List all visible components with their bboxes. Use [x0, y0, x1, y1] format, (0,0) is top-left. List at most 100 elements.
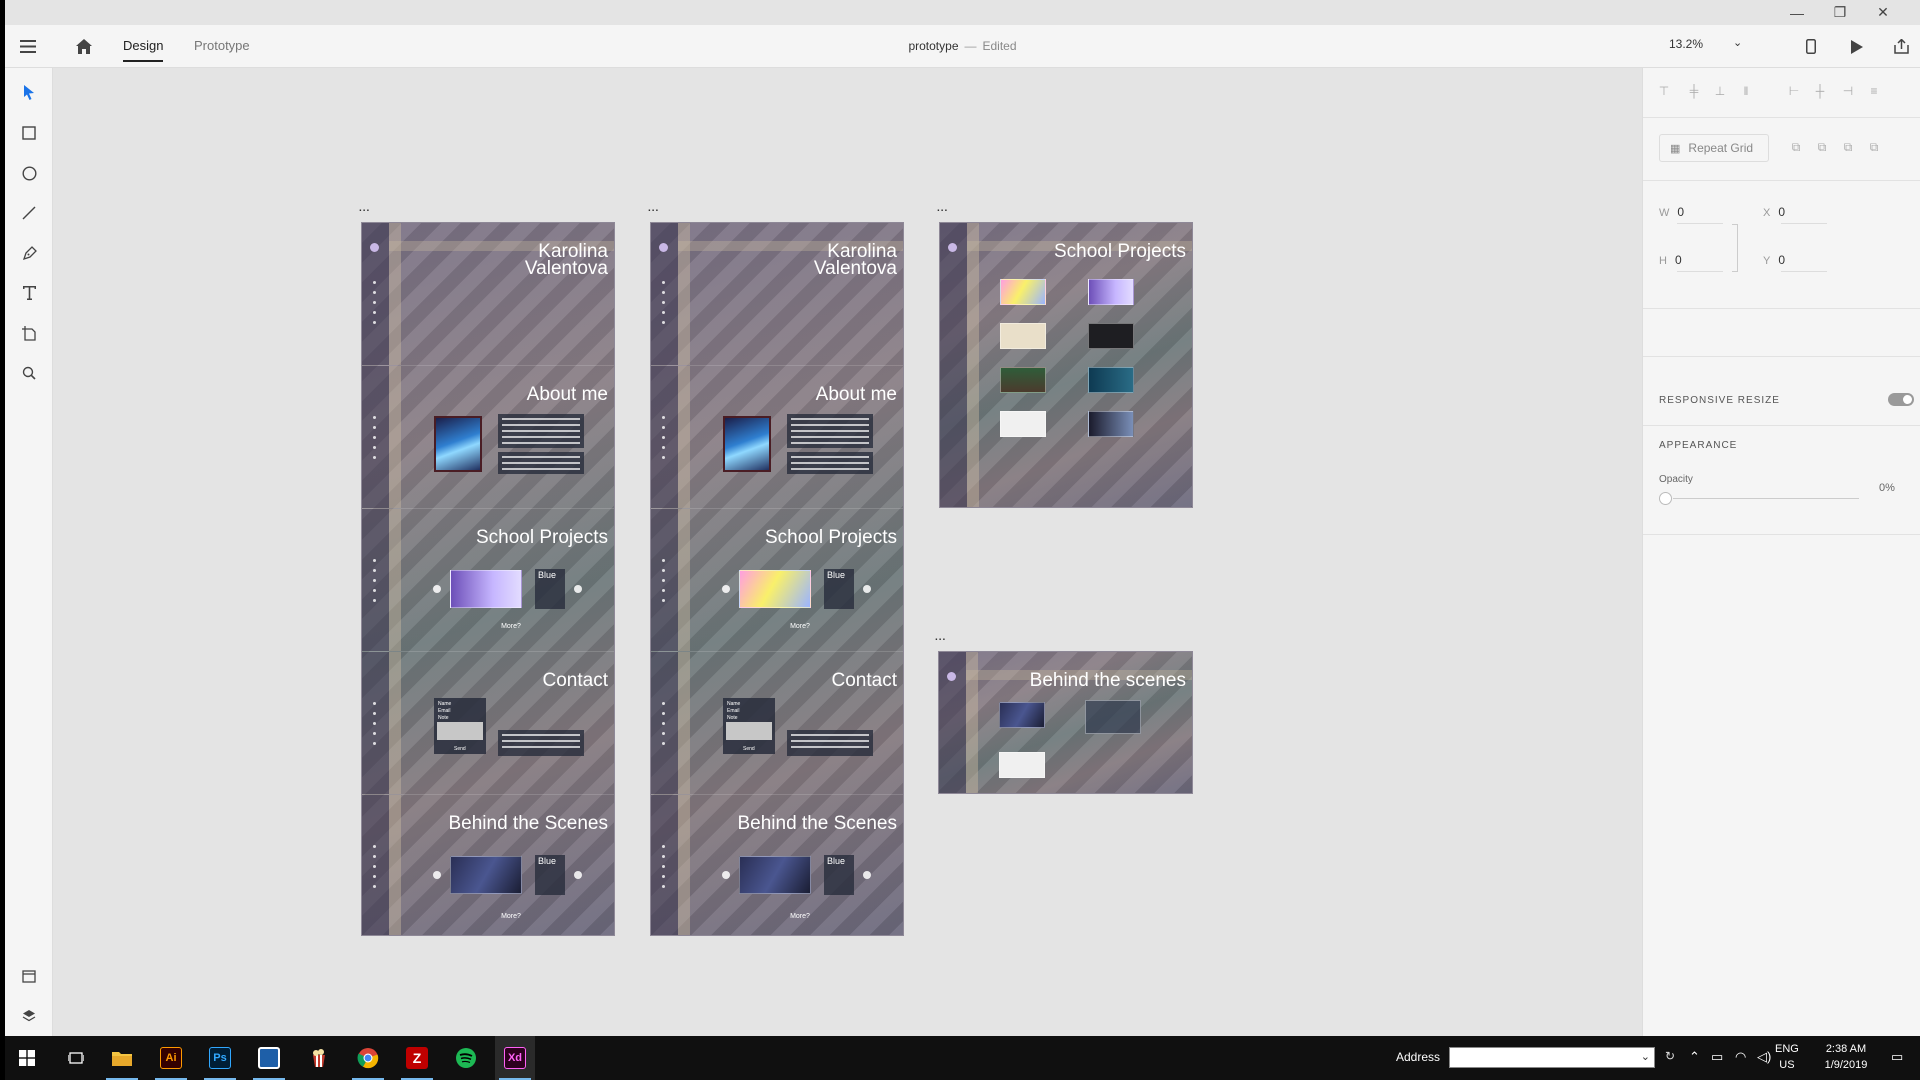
- hero-section: Karolina Valentova: [651, 223, 903, 366]
- logo-dot-icon: [947, 672, 956, 681]
- boolean-add-icon[interactable]: ⧉: [1789, 140, 1803, 154]
- illustrator-icon[interactable]: Ai: [151, 1036, 191, 1080]
- section-bar: [389, 795, 401, 935]
- play-icon[interactable]: [1846, 25, 1868, 68]
- responsive-resize-toggle[interactable]: [1888, 393, 1914, 406]
- slide-caption: Blue: [538, 570, 557, 580]
- minimize-button[interactable]: —: [1780, 0, 1814, 25]
- photoshop-icon[interactable]: Ps: [200, 1036, 240, 1080]
- refresh-icon[interactable]: ↻: [1665, 1049, 1675, 1063]
- form-note-input: [437, 722, 483, 740]
- section-bar: [678, 366, 690, 508]
- height-field[interactable]: H0: [1659, 253, 1723, 272]
- title-bar: — ❐ ✕: [5, 0, 1920, 25]
- lock-aspect-icon[interactable]: [1732, 224, 1738, 272]
- app-blue-tile: [258, 1047, 280, 1069]
- restore-button[interactable]: ❐: [1823, 0, 1857, 25]
- filezilla-icon[interactable]: Z: [397, 1036, 437, 1080]
- more-link: More?: [790, 913, 810, 920]
- align-middle-icon[interactable]: ╪: [1687, 84, 1701, 98]
- section-stripe: [940, 223, 967, 507]
- artboard-school-projects[interactable]: School Projects: [939, 222, 1193, 508]
- volume-icon[interactable]: ◁): [1757, 1049, 1771, 1065]
- show-hidden-icons-icon[interactable]: ⌃: [1689, 1049, 1700, 1065]
- task-view-icon[interactable]: [56, 1036, 96, 1080]
- distribute-horizontal-icon[interactable]: ≡: [1867, 84, 1881, 98]
- section-title: Karolina Valentova: [813, 241, 897, 279]
- hamburger-menu-icon[interactable]: [17, 25, 39, 68]
- y-field[interactable]: Y0: [1763, 253, 1827, 272]
- system-clock[interactable]: 2:38 AM 1/9/2019: [1813, 1041, 1879, 1073]
- school-projects-section: School Projects Blue More?: [651, 509, 903, 652]
- zoom-dropdown[interactable]: 13.2% ⌄: [1669, 37, 1749, 51]
- appearance-heading: APPEARANCE: [1659, 440, 1738, 451]
- line-tool-icon[interactable]: [17, 201, 41, 225]
- assets-panel-icon[interactable]: [17, 964, 41, 988]
- tab-design[interactable]: Design: [123, 38, 164, 62]
- artboard-label[interactable]: ...: [935, 632, 946, 643]
- artboard-tool-icon[interactable]: [17, 321, 41, 345]
- select-tool-icon[interactable]: [17, 80, 41, 104]
- more-link: More?: [790, 623, 810, 630]
- grid-icon: ▦: [1670, 142, 1681, 155]
- share-icon[interactable]: [1890, 25, 1912, 68]
- zoom-tool-icon[interactable]: [17, 361, 41, 385]
- popcorn-icon[interactable]: [299, 1036, 339, 1080]
- align-bottom-icon[interactable]: ⊥: [1713, 84, 1727, 98]
- section-bar: [389, 509, 401, 651]
- section-title: Behind the Scenes: [737, 813, 897, 834]
- align-right-icon[interactable]: ⊣: [1841, 84, 1855, 98]
- repeat-grid-button[interactable]: ▦ Repeat Grid: [1659, 134, 1769, 162]
- address-input[interactable]: ⌄: [1449, 1047, 1655, 1068]
- divider: [1643, 180, 1920, 181]
- windows-start-icon[interactable]: [7, 1036, 47, 1080]
- boolean-subtract-icon[interactable]: ⧉: [1815, 140, 1829, 154]
- align-left-icon[interactable]: ⊢: [1787, 84, 1801, 98]
- boolean-intersect-icon[interactable]: ⧉: [1841, 140, 1855, 154]
- slider-prev-icon: [722, 871, 730, 879]
- section-title: Karolina Valentova: [524, 241, 608, 279]
- home-icon[interactable]: [73, 25, 95, 68]
- nav-dots: [373, 281, 377, 331]
- close-button[interactable]: ✕: [1866, 0, 1900, 25]
- pen-tool-icon[interactable]: [17, 241, 41, 265]
- artboard-label[interactable]: ...: [359, 203, 370, 214]
- layers-panel-icon[interactable]: [17, 1004, 41, 1028]
- mobile-preview-icon[interactable]: [1800, 25, 1822, 68]
- section-title: Contact: [542, 670, 608, 691]
- align-center-icon[interactable]: ┼: [1813, 84, 1827, 98]
- form-label-email: Email: [727, 708, 740, 714]
- address-toolbar-label: Address: [1396, 1050, 1441, 1064]
- chrome-icon[interactable]: [348, 1036, 388, 1080]
- nav-dots: [662, 845, 666, 895]
- more-link: More?: [501, 913, 521, 920]
- distribute-vertical-icon[interactable]: ‖: [1739, 84, 1753, 98]
- wifi-icon[interactable]: ◠: [1735, 1049, 1746, 1065]
- file-explorer-icon[interactable]: [102, 1036, 142, 1080]
- artboard-homepage-1[interactable]: Karolina Valentova About me School Proje…: [361, 222, 615, 936]
- ellipse-tool-icon[interactable]: [17, 161, 41, 185]
- align-top-icon[interactable]: ⊤: [1657, 84, 1671, 98]
- battery-icon[interactable]: ▭: [1711, 1049, 1723, 1065]
- rectangle-tool-icon[interactable]: [17, 121, 41, 145]
- chevron-down-icon[interactable]: ⌄: [1641, 1050, 1650, 1063]
- design-canvas[interactable]: ... Karolina Valentova About me School P…: [53, 68, 1642, 1036]
- action-center-icon[interactable]: ▭: [1891, 1049, 1903, 1065]
- x-field[interactable]: X0: [1763, 205, 1827, 224]
- opacity-value[interactable]: 0%: [1879, 482, 1895, 494]
- app-blue-icon[interactable]: [249, 1036, 289, 1080]
- section-title: Contact: [831, 670, 897, 691]
- input-language[interactable]: ENG US: [1775, 1041, 1799, 1073]
- tab-prototype[interactable]: Prototype: [194, 38, 250, 53]
- artboard-homepage-2[interactable]: Karolina Valentova About me School Proje…: [650, 222, 904, 936]
- opacity-slider-handle[interactable]: [1659, 492, 1672, 505]
- width-field[interactable]: W0: [1659, 205, 1723, 224]
- spotify-icon[interactable]: [446, 1036, 486, 1080]
- artboard-label[interactable]: ...: [648, 203, 659, 214]
- artboard-label[interactable]: ...: [937, 203, 948, 214]
- artboard-behind-the-scenes[interactable]: Behind the scenes: [938, 651, 1193, 794]
- xd-icon[interactable]: Xd: [495, 1036, 535, 1080]
- boolean-exclude-icon[interactable]: ⧉: [1867, 140, 1881, 154]
- opacity-slider-track[interactable]: [1673, 498, 1859, 499]
- text-tool-icon[interactable]: [17, 281, 41, 305]
